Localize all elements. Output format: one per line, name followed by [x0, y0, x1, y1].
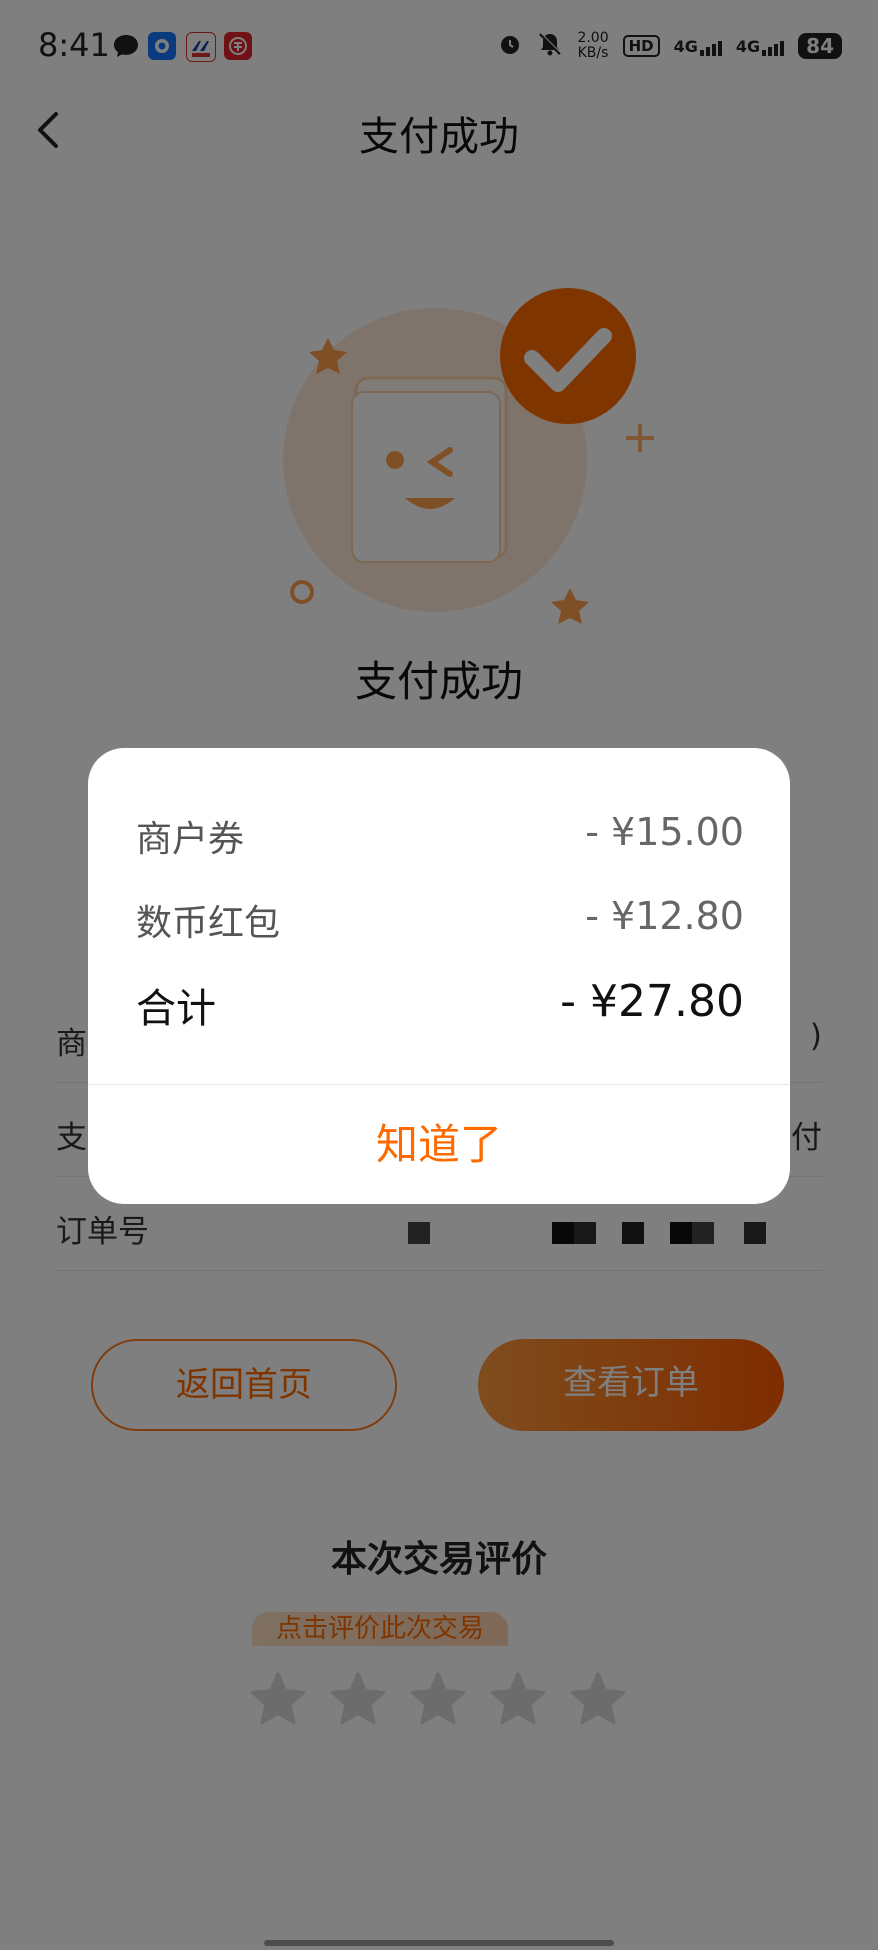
- dialog-row-label: 数币红包: [136, 903, 281, 944]
- dialog-total-amount: - ¥27.80: [560, 976, 744, 1027]
- got-it-button[interactable]: 知道了: [88, 1085, 790, 1204]
- dialog-row-amount: - ¥12.80: [585, 894, 744, 938]
- dialog-total-label: 合计: [136, 986, 216, 1032]
- dialog-row-label: 商户券: [136, 819, 245, 860]
- discount-detail-dialog: 商户券 - ¥15.00 数币红包 - ¥12.80 合计 - ¥27.80 知…: [88, 748, 790, 1204]
- dialog-row-amount: - ¥15.00: [585, 810, 744, 854]
